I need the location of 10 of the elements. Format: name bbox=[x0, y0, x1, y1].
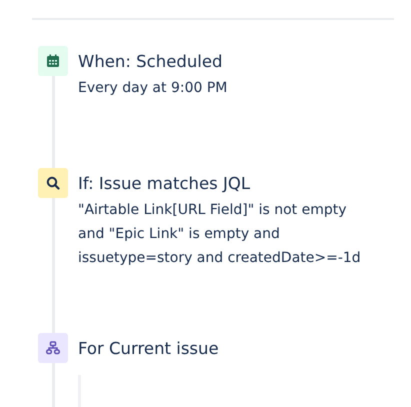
search-icon bbox=[38, 168, 68, 198]
step-title: If: Issue matches JQL bbox=[78, 173, 252, 195]
hierarchy-icon bbox=[38, 333, 68, 363]
calendar-icon bbox=[38, 46, 68, 76]
step-title: For Current issue bbox=[78, 338, 219, 360]
step-description: "Airtable Link[URL Field]" is not empty bbox=[78, 201, 348, 220]
step-description: Every day at 9:00 PM bbox=[78, 79, 228, 98]
step-description: issuetype=story and createdDate>=-1d bbox=[78, 249, 361, 268]
step-title: When: Scheduled bbox=[78, 51, 224, 73]
step-description: and "Epic Link" is empty and bbox=[78, 225, 281, 244]
